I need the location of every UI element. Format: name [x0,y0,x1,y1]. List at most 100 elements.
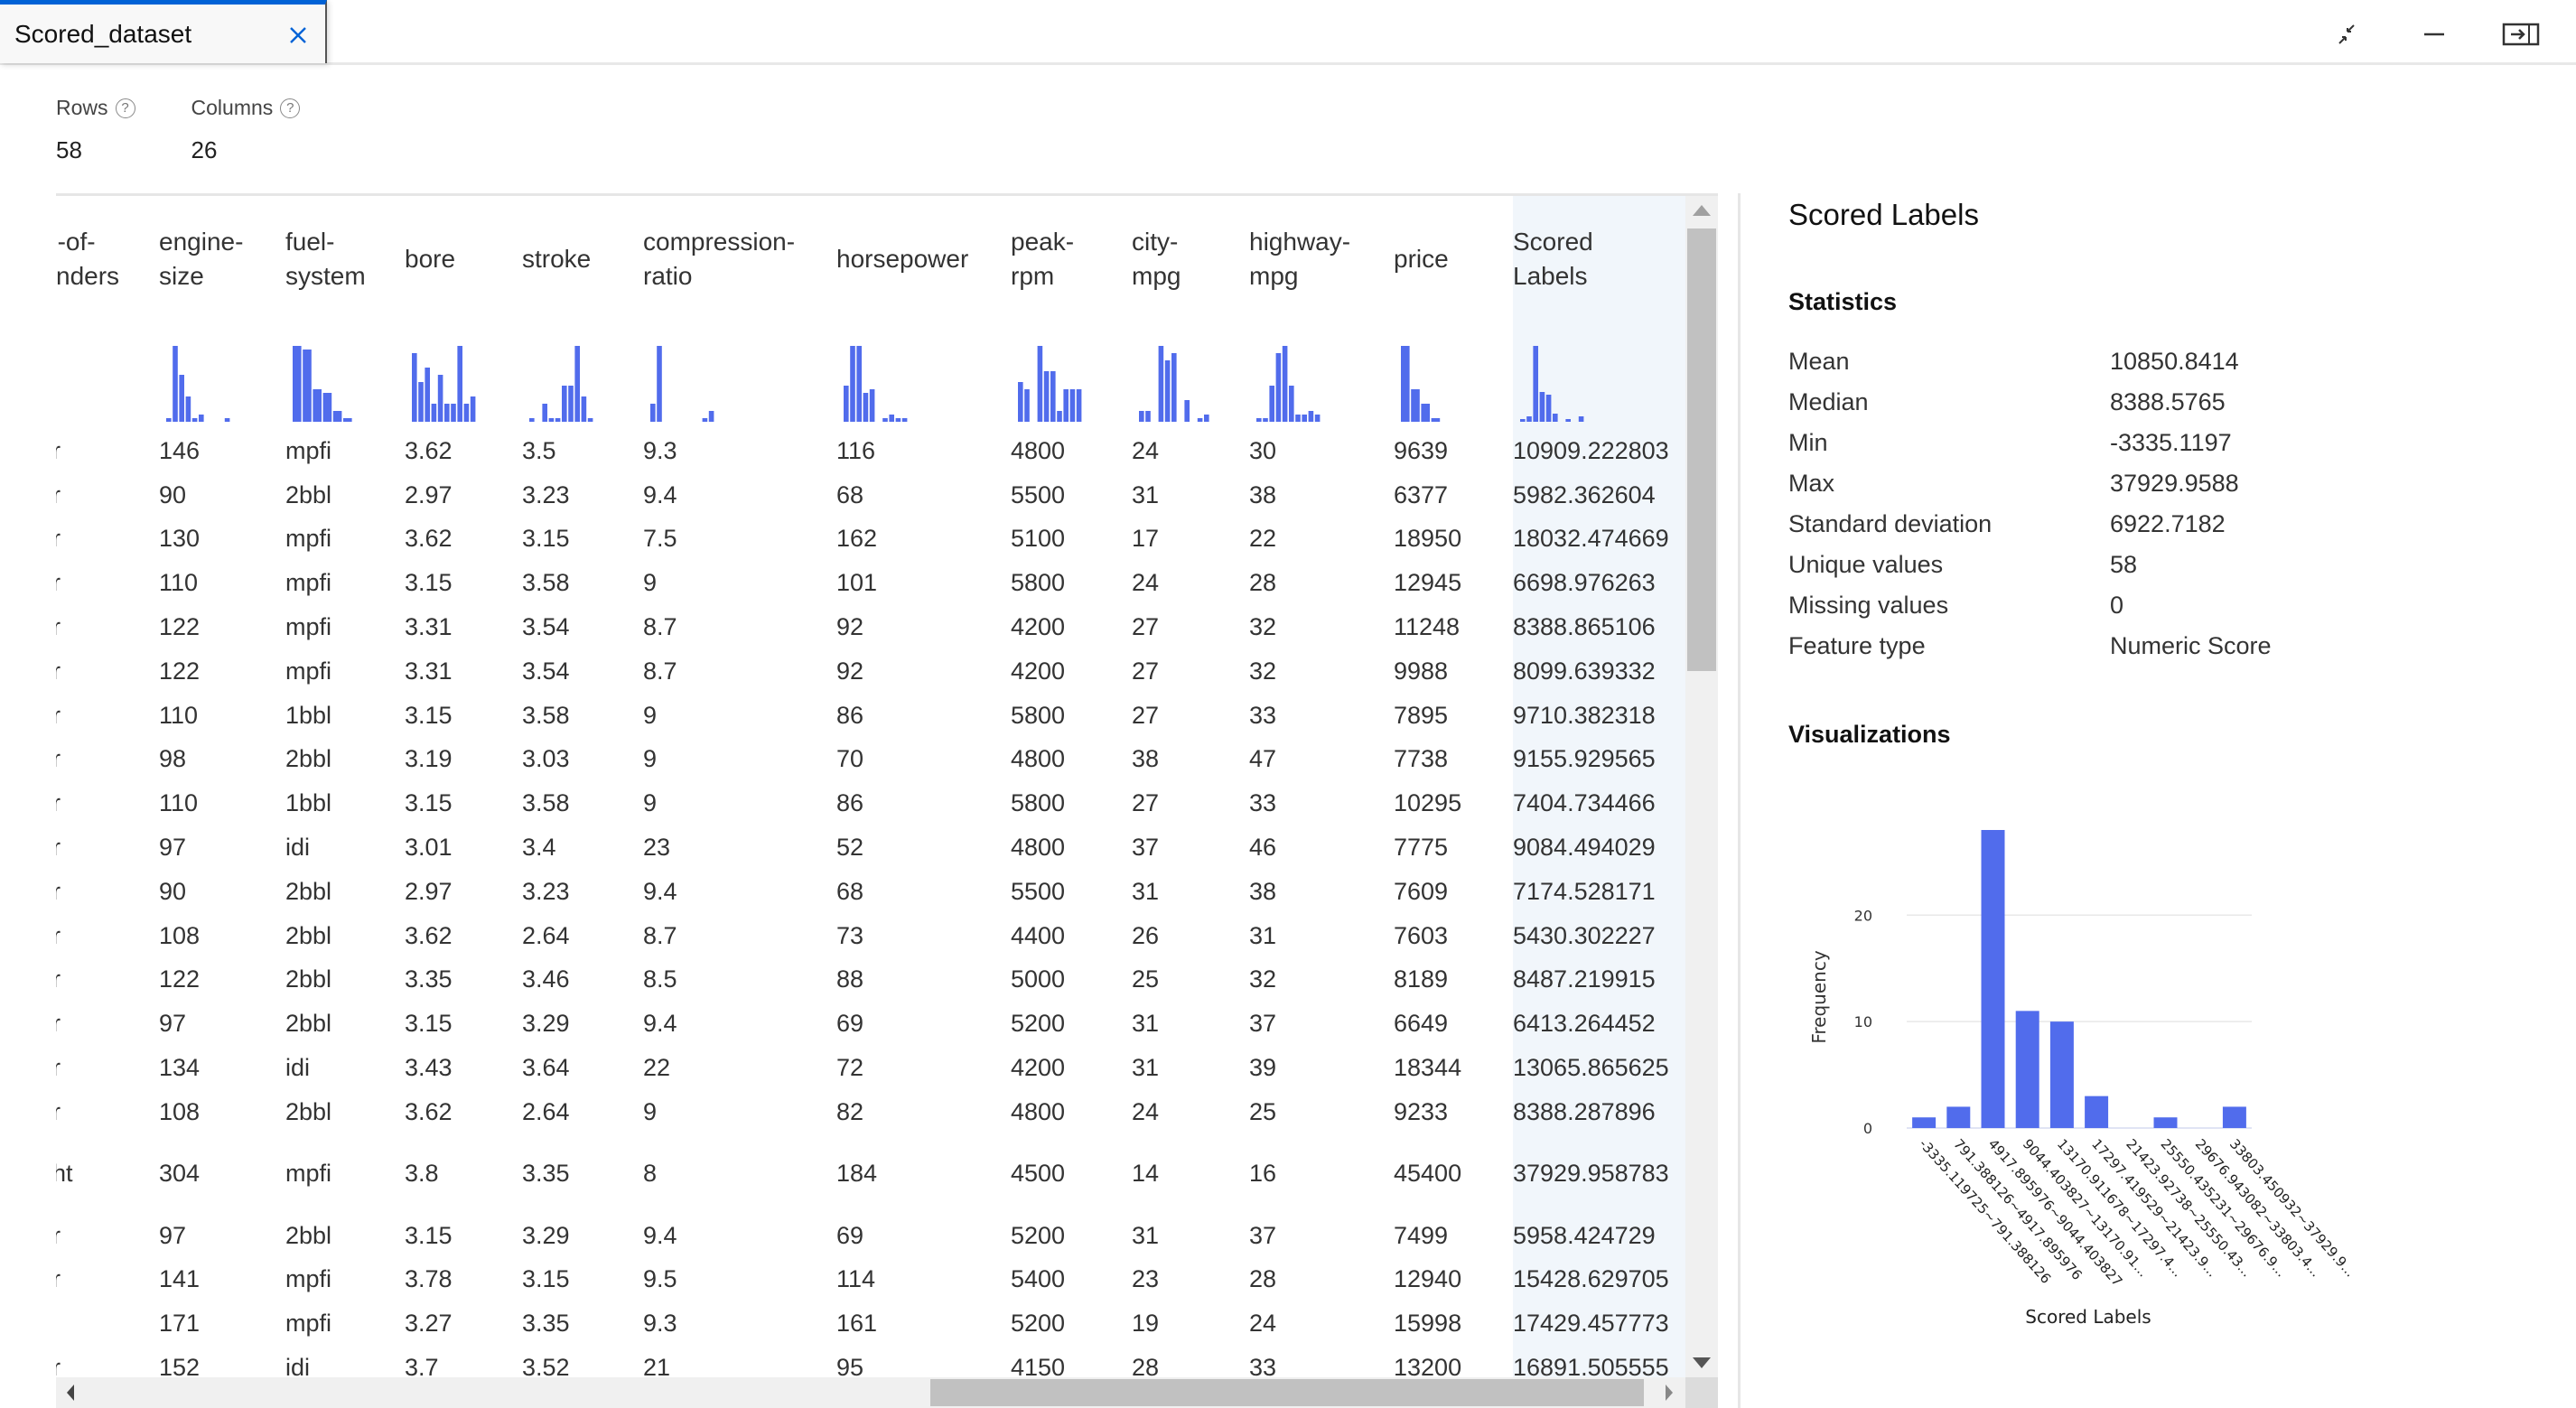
cell-fuel_system: 2bbl [285,965,332,993]
cell-horsepower: 70 [836,745,864,773]
column-histogram-stroke[interactable] [522,322,643,429]
table-row[interactable]: r98 2bbl 3.19 3.03 9 70 4800 38 47 7738 9155.92956… [56,737,1704,782]
columns-summary: Columns ? 26 [191,96,301,164]
column-histogram-price[interactable] [1394,322,1513,429]
table-row[interactable]: r90 2bbl 2.97 3.23 9.4 68 5500 31 38 6377 5982.362… [56,472,1704,518]
cell-compression_ratio: 9 [643,789,658,817]
column-histogram-bore[interactable] [405,322,522,429]
column-histogram-peak_rpm[interactable] [1011,322,1132,429]
table-row[interactable]: r110 1bbl 3.15 3.58 9 86 5800 27 33 7895 9710.3823… [56,693,1704,738]
cell-stroke: 3.4 [522,834,556,862]
mini-histogram-bar [1184,400,1190,422]
table-row[interactable]: r122 mpfi 3.31 3.54 8.7 92 4200 27 32 11248 8388.8… [56,605,1704,649]
cell-stroke: 3.35 [522,1160,570,1188]
help-icon[interactable]: ? [280,98,301,118]
table-row[interactable]: r141 mpfi 3.78 3.15 9.5 114 5400 23 28 12940 15428… [56,1257,1704,1302]
cell-fuel_system: idi [285,1054,311,1082]
vertical-scroll-thumb[interactable] [1687,228,1716,671]
mini-histogram-bar [657,346,662,422]
column-header-cyl[interactable]: n-of-nders [56,196,159,322]
cell-peak_rpm: 4800 [1011,834,1066,862]
rows-label: Rows [56,96,108,119]
cell-horsepower: 116 [836,436,876,464]
table-row[interactable]: r134 idi 3.43 3.64 22 72 4200 31 39 18344 13065.86… [56,1046,1704,1090]
cell-stroke: 3.23 [522,480,570,508]
scroll-right-arrow-icon[interactable] [1666,1385,1673,1401]
column-header-horsepower[interactable]: horsepower [836,196,1011,322]
column-histogram-cyl[interactable] [56,322,159,429]
mini-histogram-bar [463,404,470,422]
cell-fuel_system: 2bbl [285,1010,332,1038]
cell-cyl: r [56,473,159,518]
cell-peak_rpm: 4400 [1011,921,1066,949]
cell-horsepower: 86 [836,701,864,729]
column-header-city_mpg[interactable]: city-mpg [1132,196,1249,322]
close-icon[interactable] [285,23,311,48]
cell-cyl: r [56,518,159,562]
scroll-up-arrow-icon[interactable] [1693,205,1711,216]
cell-peak_rpm: 5100 [1011,525,1066,553]
mini-histogram-bar [1275,353,1282,422]
dock-panel-icon[interactable] [2502,22,2540,47]
column-histogram-fuel_system[interactable] [285,322,405,429]
vertical-scrollbar[interactable] [1685,196,1718,1377]
column-header-peak_rpm[interactable]: peak-rpm [1011,196,1132,322]
column-histogram-engine_size[interactable] [159,322,285,429]
cell-city_mpg: 17 [1132,525,1160,553]
mini-histogram-bar [1269,386,1274,422]
minimize-icon[interactable] [2415,22,2453,47]
scroll-left-arrow-icon[interactable] [67,1385,74,1401]
cell-engine_size: 171 [159,1310,201,1338]
table-row[interactable]: ht 304 mpfi 3.8 3.35 8 184 4500 14 16 45400 37929.9… [56,1133,1704,1214]
column-histogram-compression_ratio[interactable] [643,322,836,429]
cell-fuel_system: 2bbl [285,745,332,773]
mini-histogram-bar [1024,389,1030,422]
column-header-stroke[interactable]: stroke [522,196,643,322]
table-row[interactable]: r108 2bbl 3.62 2.64 9 82 4800 24 25 9233 8388.2878… [56,1089,1704,1134]
column-histogram-horsepower[interactable] [836,322,1011,429]
table-row[interactable]: r122 mpfi 3.31 3.54 8.7 92 4200 27 32 9988 8099.63… [56,648,1704,694]
column-histogram-city_mpg[interactable] [1132,322,1249,429]
table-row[interactable]: r90 2bbl 2.97 3.23 9.4 68 5500 31 38 7609 7174.528… [56,869,1704,914]
table-row[interactable]: r108 2bbl 3.62 2.64 8.7 73 4400 26 31 7603 5430.30… [56,913,1704,958]
cell-engine_size: 98 [159,745,187,773]
column-details-panel: Scored Labels Statistics Mean 10850.8414 M… [1788,193,2529,1349]
cell-horsepower: 69 [836,1221,864,1249]
horizontal-scroll-thumb[interactable] [930,1379,1644,1406]
table-row[interactable]: r97 idi 3.01 3.4 23 52 4800 37 46 7775 9084.494029 [56,825,1704,870]
scroll-down-arrow-icon[interactable] [1693,1357,1711,1368]
column-header-compression_ratio[interactable]: compression-ratio [643,196,836,322]
table-row[interactable]: r110 1bbl 3.15 3.58 9 86 5800 27 33 10295 7404.734… [56,781,1704,826]
table-row[interactable]: r97 2bbl 3.15 3.29 9.4 69 5200 31 37 7499 5958.424… [56,1213,1704,1258]
panel-divider[interactable] [1738,193,1741,1408]
column-header-scored_labels[interactable]: Scored Labels [1513,196,1704,322]
mini-histogram-bar [1018,382,1023,422]
tab-scored-dataset[interactable]: Scored_dataset [0,0,327,63]
cell-horsepower: 68 [836,480,864,508]
cell-city_mpg: 31 [1132,480,1160,508]
cell-horsepower: 82 [836,1097,864,1125]
table-row[interactable]: r130 mpfi 3.62 3.15 7.5 162 5100 17 22 18950 18032… [56,517,1704,562]
column-header-engine_size[interactable]: engine-size [159,196,285,322]
cell-engine_size: 110 [159,701,199,729]
table-row[interactable]: r97 2bbl 3.15 3.29 9.4 69 5200 31 37 6649 6413.264… [56,1002,1704,1047]
table-row[interactable]: r122 2bbl 3.35 3.46 8.5 88 5000 25 32 8189 8487.21… [56,957,1704,1002]
collapse-icon[interactable] [2329,22,2366,47]
cell-compression_ratio: 8.7 [643,657,677,685]
column-header-highway_mpg[interactable]: highway-mpg [1249,196,1394,322]
table-row[interactable]: 171 mpfi 3.27 3.35 9.3 161 5200 19 24 15998 17429.… [56,1301,1704,1347]
table-row[interactable]: r146 mpfi 3.62 3.5 9.3 116 4800 24 30 9639 10909.2… [56,429,1704,473]
cell-scored_labels: 5430.302227 [1513,913,1704,958]
cell-cyl: r [56,429,159,473]
help-icon[interactable]: ? [115,98,135,118]
column-header-price[interactable]: price [1394,196,1513,322]
column-histogram-scored_labels[interactable] [1513,322,1704,429]
column-header-fuel_system[interactable]: fuel-system [285,196,405,322]
cell-highway_mpg: 31 [1249,921,1277,949]
table-row[interactable]: r110 mpfi 3.15 3.58 9 101 5800 24 28 12945 6698.97… [56,561,1704,606]
stat-value: 6922.7182 [2110,510,2226,537]
horizontal-scrollbar[interactable] [56,1377,1685,1408]
column-histogram-highway_mpg[interactable] [1249,322,1394,429]
column-header-bore[interactable]: bore [405,196,522,322]
mini-histogram-bar [1139,411,1144,422]
